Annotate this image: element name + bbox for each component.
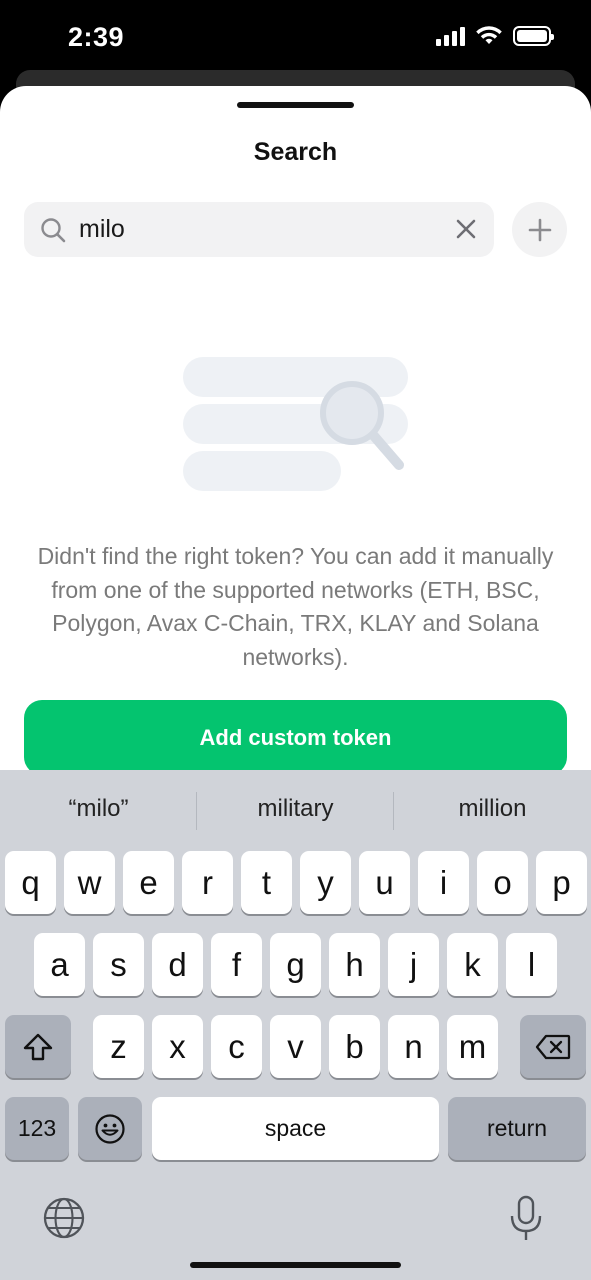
suggestion-divider xyxy=(393,792,394,830)
search-input[interactable] xyxy=(79,202,439,257)
key-f[interactable]: f xyxy=(211,933,262,996)
key-v[interactable]: v xyxy=(270,1015,321,1078)
key-y[interactable]: y xyxy=(300,851,351,914)
key-o[interactable]: o xyxy=(477,851,528,914)
key-d[interactable]: d xyxy=(152,933,203,996)
key-u[interactable]: u xyxy=(359,851,410,914)
space-key[interactable]: space xyxy=(152,1097,439,1160)
key-t[interactable]: t xyxy=(241,851,292,914)
search-sheet: Search Didn't find the right token? You … xyxy=(0,86,591,806)
key-k[interactable]: k xyxy=(447,933,498,996)
empty-search-illustration xyxy=(183,357,408,491)
suggestion-item[interactable]: “milo” xyxy=(0,784,197,834)
key-l[interactable]: l xyxy=(506,933,557,996)
microphone-icon[interactable] xyxy=(508,1194,544,1242)
key-n[interactable]: n xyxy=(388,1015,439,1078)
add-token-button[interactable] xyxy=(512,202,567,257)
suggestion-divider xyxy=(196,792,197,830)
page-title: Search xyxy=(253,138,338,166)
emoji-icon xyxy=(95,1113,125,1144)
key-h[interactable]: h xyxy=(329,933,380,996)
wifi-icon xyxy=(476,26,502,44)
key-e[interactable]: e xyxy=(123,851,174,914)
suggestion-bar: “milo” military million xyxy=(0,784,591,834)
key-b[interactable]: b xyxy=(329,1015,380,1078)
key-c[interactable]: c xyxy=(211,1015,262,1078)
key-j[interactable]: j xyxy=(388,933,439,996)
key-a[interactable]: a xyxy=(34,933,85,996)
numbers-key[interactable]: 123 xyxy=(5,1097,69,1160)
empty-state-message: Didn't find the right token? You can add… xyxy=(37,543,554,670)
return-key[interactable]: return xyxy=(448,1097,586,1160)
key-p[interactable]: p xyxy=(536,851,587,914)
shift-icon xyxy=(23,1033,53,1060)
suggestion-item[interactable]: million xyxy=(394,784,591,834)
key-z[interactable]: z xyxy=(93,1015,144,1078)
globe-icon[interactable] xyxy=(42,1196,86,1240)
cellular-signal-icon xyxy=(436,26,465,46)
delete-key[interactable] xyxy=(520,1015,586,1078)
status-bar: 2:39 xyxy=(0,0,591,80)
key-g[interactable]: g xyxy=(270,933,321,996)
key-s[interactable]: s xyxy=(93,933,144,996)
plus-icon xyxy=(528,218,551,241)
status-icons xyxy=(436,26,554,46)
sheet-grabber[interactable] xyxy=(237,102,354,108)
key-i[interactable]: i xyxy=(418,851,469,914)
status-time: 2:39 xyxy=(68,22,125,52)
clear-icon[interactable] xyxy=(454,217,478,241)
keyboard: “milo” military million q w e r t y u i … xyxy=(0,770,591,1280)
key-w[interactable]: w xyxy=(64,851,115,914)
search-box[interactable] xyxy=(24,202,494,257)
suggestion-item[interactable]: military xyxy=(197,784,394,834)
key-r[interactable]: r xyxy=(182,851,233,914)
key-m[interactable]: m xyxy=(447,1015,498,1078)
search-icon xyxy=(41,218,66,243)
backspace-icon xyxy=(535,1034,571,1059)
key-x[interactable]: x xyxy=(152,1015,203,1078)
add-custom-token-button[interactable]: Add custom token xyxy=(24,700,567,775)
emoji-key[interactable] xyxy=(78,1097,142,1160)
battery-icon xyxy=(513,26,554,46)
shift-key[interactable] xyxy=(5,1015,71,1078)
home-indicator xyxy=(190,1262,401,1268)
key-q[interactable]: q xyxy=(5,851,56,914)
